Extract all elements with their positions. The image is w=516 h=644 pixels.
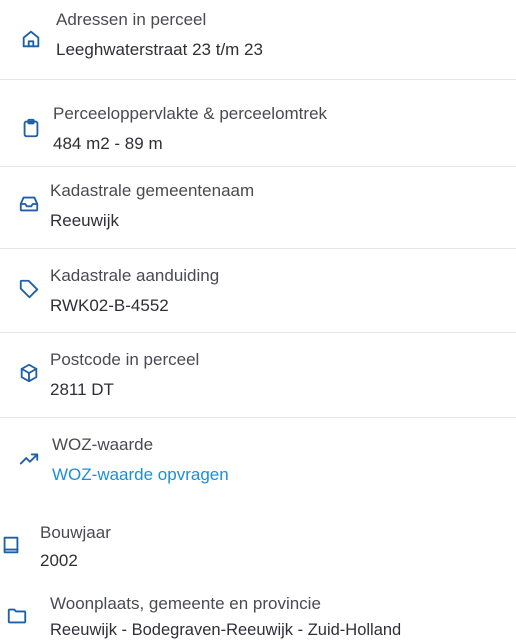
location-value: Reeuwijk - Bodegraven-Reeuwijk - Zuid-Ho…: [50, 621, 402, 639]
woz-request-link[interactable]: WOZ-waarde opvragen: [52, 465, 229, 485]
plot-area-label: Perceeloppervlakte & perceelomtrek: [53, 104, 328, 123]
home-icon: [20, 28, 42, 50]
divider: [0, 79, 516, 80]
trending-up-icon: [18, 448, 40, 470]
location-label: Woonplaats, gemeente en provincie: [50, 594, 321, 613]
woz-label: WOZ-waarde: [52, 435, 154, 454]
postcode-label: Postcode in perceel: [50, 350, 200, 369]
clipboard-icon: [20, 117, 42, 139]
municipality-value: Reeuwijk: [50, 211, 119, 230]
addresses-label: Adressen in perceel: [56, 10, 207, 29]
plot-area-value: 484 m2 - 89 m: [53, 134, 163, 153]
inbox-icon: [18, 193, 40, 215]
build-year-value: 2002: [40, 551, 78, 570]
municipality-label: Kadastrale gemeentenaam: [50, 181, 255, 200]
package-icon: [18, 362, 40, 384]
tag-icon: [18, 278, 40, 300]
divider: [0, 248, 516, 249]
build-year-label: Bouwjaar: [40, 523, 111, 542]
divider: [0, 417, 516, 418]
cadastral-code-label: Kadastrale aanduiding: [50, 266, 220, 285]
book-icon: [0, 534, 22, 556]
folder-icon: [6, 605, 28, 627]
cadastral-code-value: RWK02-B-4552: [50, 296, 169, 315]
addresses-value: Leeghwaterstraat 23 t/m 23: [56, 40, 263, 59]
postcode-value: 2811 DT: [50, 380, 114, 399]
divider: [0, 166, 516, 167]
divider: [0, 332, 516, 333]
